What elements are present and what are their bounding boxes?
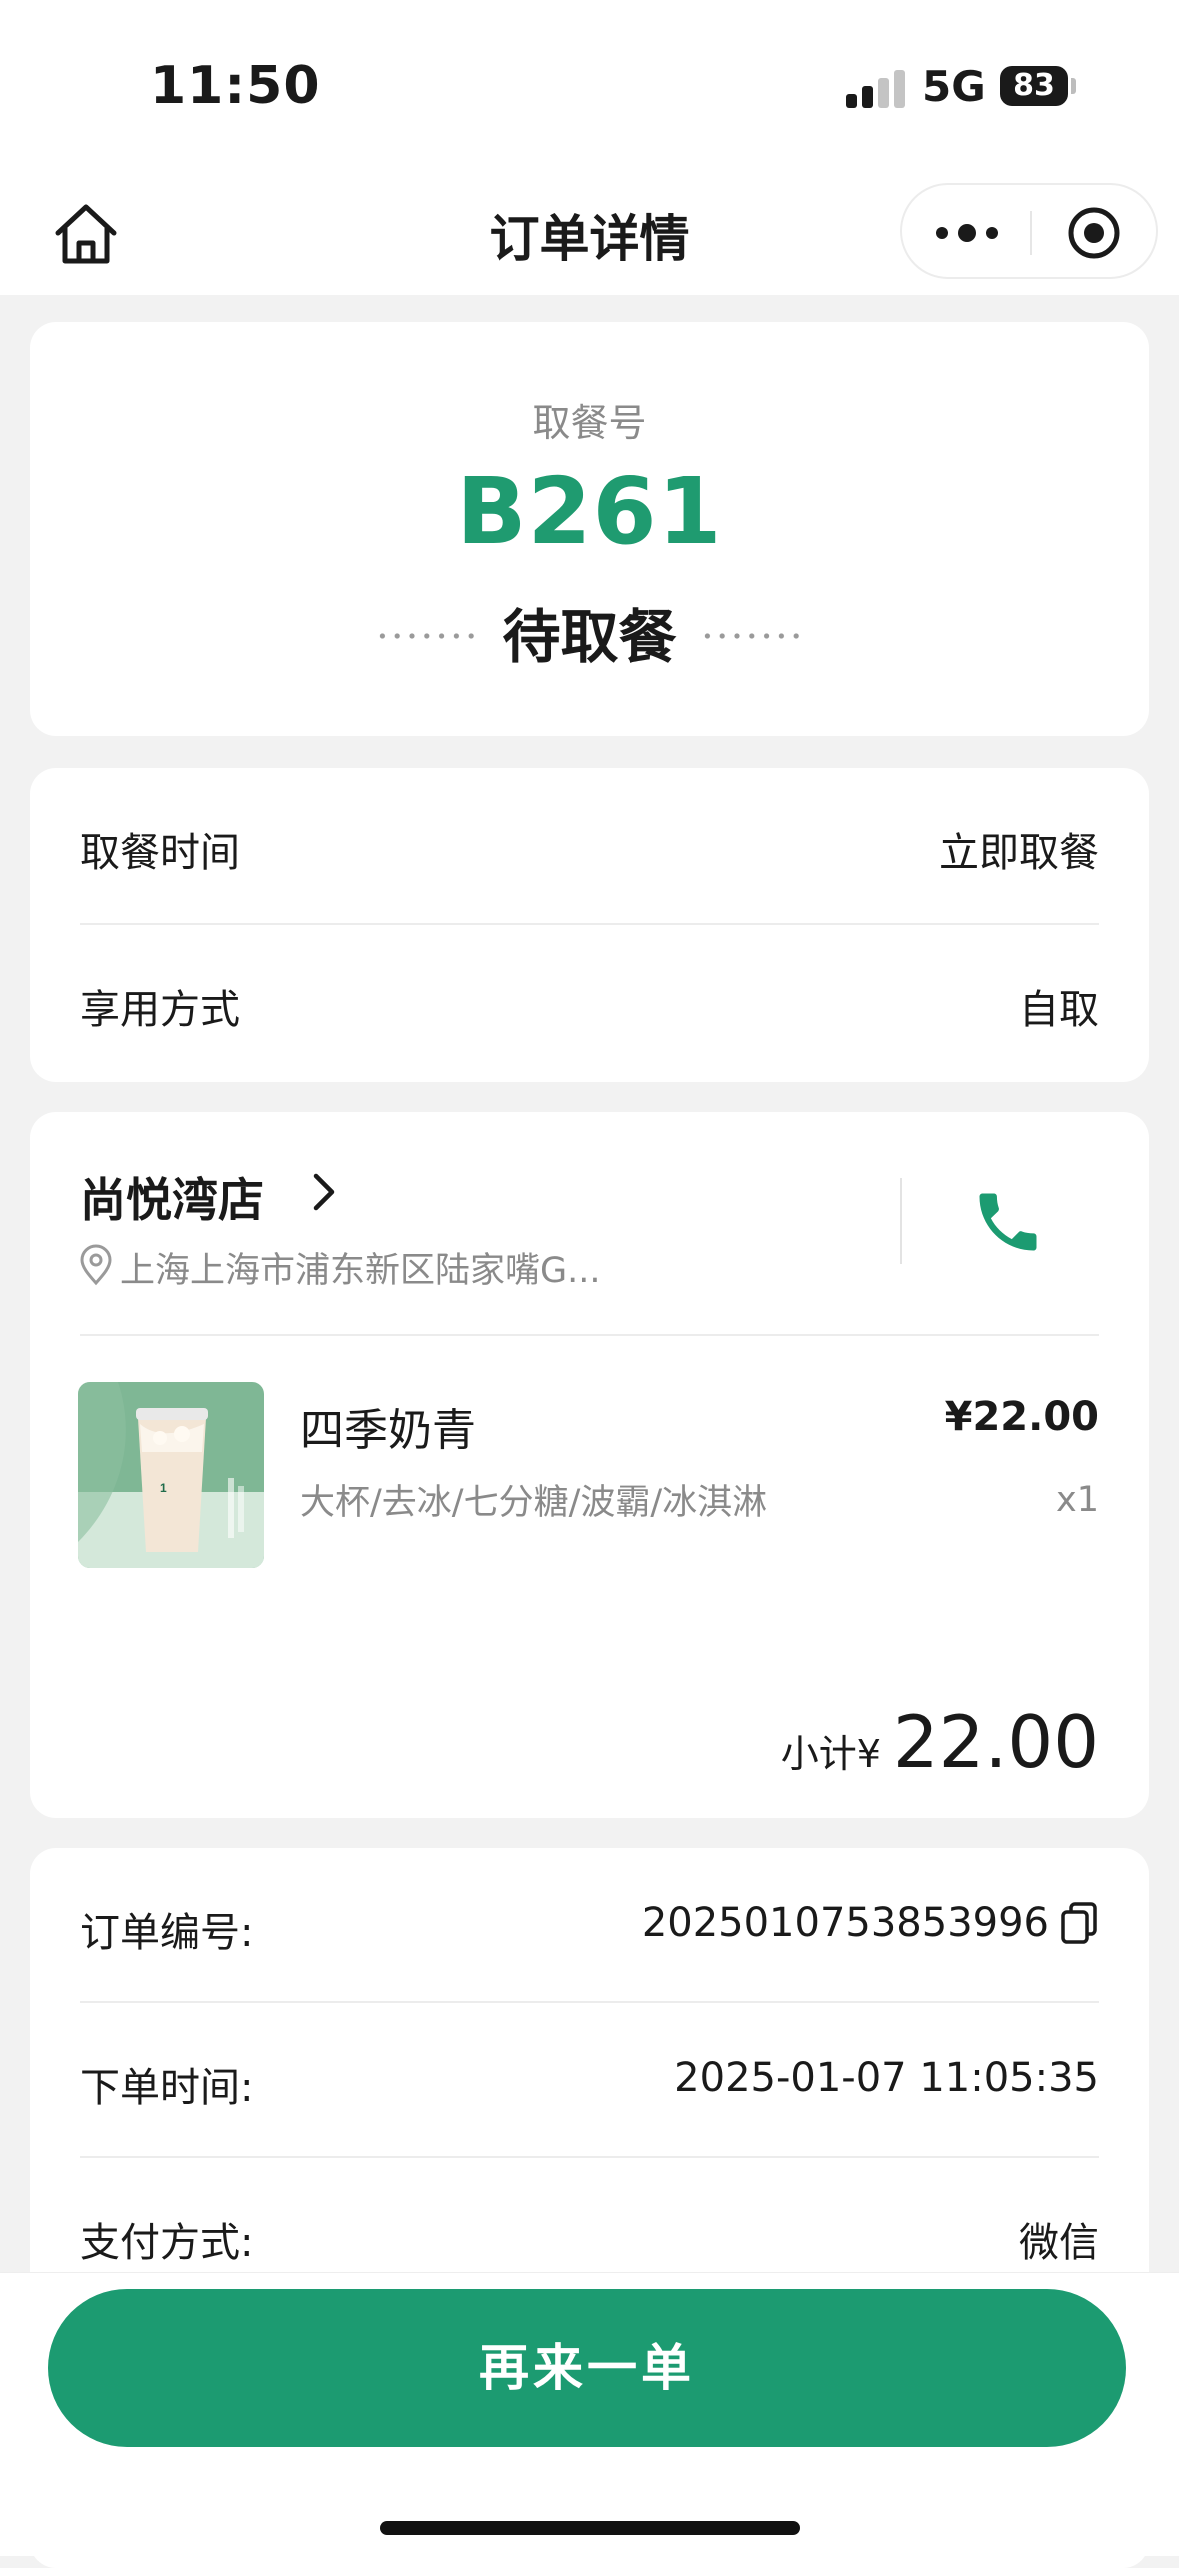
- product-name: 四季奶青: [300, 1405, 476, 1456]
- status-bar: 11:50 5G 83: [0, 0, 1179, 175]
- store-card: 尚悦湾店 上海上海市浦东新区陆家嘴G... 1 四季奶青 大杯/去冰/七分糖/波…: [30, 1112, 1149, 1818]
- payment-method-value: 微信: [1019, 2220, 1099, 2266]
- copy-icon[interactable]: [1059, 1900, 1099, 1946]
- pickup-label: 取餐号: [532, 401, 647, 445]
- product-spec: 大杯/去冰/七分糖/波霸/冰淇淋: [300, 1483, 768, 1523]
- network-type: 5G: [922, 62, 986, 111]
- order-number-value: 2025010753853996: [641, 1900, 1049, 1946]
- signal-icon: [846, 68, 906, 108]
- pickup-info-card: 取餐时间 立即取餐 享用方式 自取: [30, 768, 1149, 1082]
- pickup-time-row: 取餐时间 立即取餐: [80, 768, 1099, 925]
- pickup-time-value: 立即取餐: [939, 830, 1099, 876]
- store-divider: [900, 1178, 902, 1264]
- dining-mode-label: 享用方式: [80, 987, 240, 1033]
- pickup-status: 待取餐: [502, 603, 677, 671]
- order-number-row: 订单编号: 2025010753853996: [80, 1848, 1099, 2003]
- order-time-value: 2025-01-07 11:05:35: [674, 2055, 1099, 2101]
- nav-bar: 订单详情: [0, 175, 1179, 295]
- capsule-divider: [1030, 211, 1032, 255]
- more-icon[interactable]: [932, 213, 1002, 253]
- order-time-label: 下单时间:: [80, 2065, 254, 2111]
- store-separator: [80, 1334, 1099, 1336]
- store-name[interactable]: 尚悦湾店: [80, 1164, 264, 1230]
- battery-cap: [1071, 78, 1076, 94]
- product-price: ¥22.00: [944, 1394, 1099, 1440]
- pickup-card: 取餐号 B261 待取餐: [30, 322, 1149, 736]
- dotted-line-right: [700, 632, 804, 640]
- product-quantity: x1: [1056, 1480, 1099, 1520]
- dining-mode-row: 享用方式 自取: [80, 925, 1099, 1082]
- product-image: 1: [78, 1382, 264, 1568]
- subtotal-amount: 22.00: [892, 1700, 1099, 1784]
- payment-method-label: 支付方式:: [80, 2220, 254, 2266]
- subtotal: 小计¥ 22.00: [780, 1700, 1099, 1784]
- subtotal-label: 小计¥: [780, 1732, 881, 1776]
- close-target-icon[interactable]: [1066, 205, 1122, 261]
- pickup-time-label: 取餐时间: [80, 830, 240, 876]
- phone-icon[interactable]: [970, 1184, 1046, 1260]
- reorder-button[interactable]: 再来一单: [48, 2289, 1126, 2447]
- store-address: 上海上海市浦东新区陆家嘴G...: [120, 1251, 601, 1291]
- svg-text:1: 1: [160, 1481, 167, 1495]
- home-indicator: [380, 2521, 800, 2535]
- status-time: 11:50: [150, 56, 321, 116]
- bottom-action-bar: 再来一单: [0, 2272, 1179, 2556]
- pickup-number: B261: [456, 458, 723, 565]
- order-time-row: 下单时间: 2025-01-07 11:05:35: [80, 2003, 1099, 2158]
- dining-mode-value: 自取: [1019, 987, 1099, 1033]
- mini-program-capsule: [900, 183, 1158, 279]
- order-number-label: 订单编号:: [80, 1910, 254, 1956]
- battery-icon: 83: [1000, 66, 1068, 106]
- chevron-right-icon[interactable]: [310, 1172, 338, 1212]
- location-pin-icon: [78, 1244, 114, 1286]
